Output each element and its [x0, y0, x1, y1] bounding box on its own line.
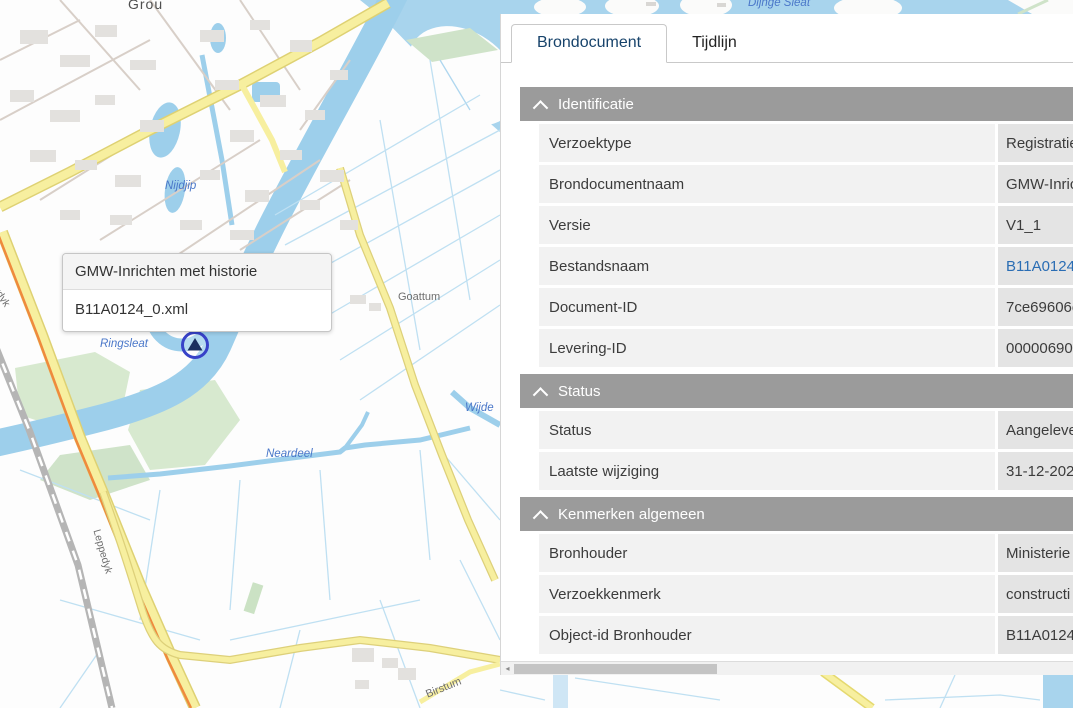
popup-filename: B11A0124_0.xml [63, 290, 331, 331]
row-label: Levering-ID [539, 329, 995, 367]
table-row: StatusAangeleve [539, 411, 1073, 449]
row-label: Object-id Bronhouder [539, 616, 995, 654]
row-label: Document-ID [539, 288, 995, 326]
table-row: BronhouderMinisterie [539, 534, 1073, 572]
chevron-up-icon [533, 387, 549, 403]
panel-content: Identificatie VerzoektypeRegistratieBrond… [501, 63, 1073, 661]
table-row: BrondocumentnaamGMW-Inric [539, 165, 1073, 203]
table-row: Verzoekkenmerkconstructi [539, 575, 1073, 613]
popup-title: GMW-Inrichten met historie [63, 254, 331, 290]
row-value: B11A0124 [998, 616, 1073, 654]
tab-bar: BrondocumentTijdlijn [501, 14, 1073, 63]
table-row: Laatste wijziging31-12-202 [539, 452, 1073, 490]
section-header-status[interactable]: Status [520, 374, 1073, 408]
row-label: Bestandsnaam [539, 247, 995, 285]
row-value-link[interactable]: B11A0124 [998, 247, 1073, 285]
row-value: 7ce69606e [998, 288, 1073, 326]
table-row: BestandsnaamB11A0124 [539, 247, 1073, 285]
row-value: GMW-Inric [998, 165, 1073, 203]
scrollbar-thumb[interactable] [514, 664, 717, 674]
detail-panel: BrondocumentTijdlijn Identificatie Verzoe… [500, 14, 1073, 675]
tab-brondocument[interactable]: Brondocument [511, 24, 667, 63]
bro-viewer-app: Grou Nijdjip Goattum Ringsleat Wijde Nea… [0, 0, 1073, 708]
section-title: Status [558, 383, 601, 400]
row-label: Versie [539, 206, 995, 244]
section-title: Kenmerken algemeen [558, 506, 705, 523]
row-value: constructi [998, 575, 1073, 613]
row-value: 00000690 [998, 329, 1073, 367]
row-label: Status [539, 411, 995, 449]
table-row: Object-id BronhouderB11A0124 [539, 616, 1073, 654]
row-value: Aangeleve [998, 411, 1073, 449]
row-value: V1_1 [998, 206, 1073, 244]
section-title: Identificatie [558, 96, 634, 113]
row-label: Brondocumentnaam [539, 165, 995, 203]
row-value: Ministerie [998, 534, 1073, 572]
chevron-up-icon [533, 510, 549, 526]
gmw-well-marker[interactable] [183, 333, 208, 358]
row-label: Verzoektype [539, 124, 995, 162]
section-header-kenmerken-algemeen[interactable]: Kenmerken algemeen [520, 497, 1073, 531]
table-row: VerzoektypeRegistratie [539, 124, 1073, 162]
map-feature-popup: GMW-Inrichten met historie B11A0124_0.xm… [62, 253, 332, 332]
row-value: Registratie [998, 124, 1073, 162]
tab-tijdlijn[interactable]: Tijdlijn [667, 25, 762, 62]
table-row: Levering-ID00000690 [539, 329, 1073, 367]
row-value: 31-12-202 [998, 452, 1073, 490]
scroll-left-icon[interactable]: ◂ [501, 662, 514, 675]
row-label: Bronhouder [539, 534, 995, 572]
table-row: VersieV1_1 [539, 206, 1073, 244]
row-label: Verzoekkenmerk [539, 575, 995, 613]
section-header-identificatie[interactable]: Identificatie [520, 87, 1073, 121]
table-row: Document-ID7ce69606e [539, 288, 1073, 326]
chevron-up-icon [533, 100, 549, 116]
horizontal-scrollbar[interactable]: ◂ [501, 661, 1073, 675]
row-label: Laatste wijziging [539, 452, 995, 490]
